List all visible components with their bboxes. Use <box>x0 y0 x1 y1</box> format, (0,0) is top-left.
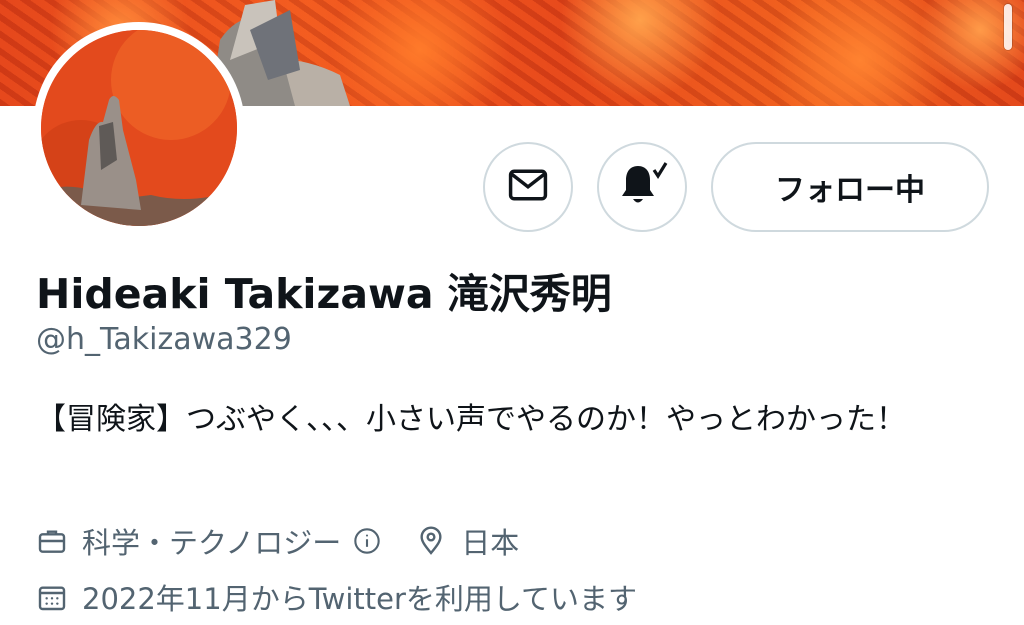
scrollbar-thumb[interactable] <box>1004 4 1012 50</box>
info-icon[interactable] <box>353 527 381 555</box>
message-button[interactable] <box>483 142 573 232</box>
profile-location: 日本 <box>461 526 520 560</box>
profile-category: 科学・テクノロジー <box>82 526 342 560</box>
bell-check-icon <box>616 160 668 214</box>
following-button-label: フォロー中 <box>775 173 925 208</box>
briefcase-icon <box>36 525 68 557</box>
avatar-image <box>41 30 237 226</box>
joined-date: 2022年11月からTwitterを利用しています <box>82 582 638 616</box>
envelope-icon <box>506 163 550 211</box>
notifications-button[interactable] <box>597 142 687 232</box>
profile-bio: 【冒険家】つぶやく、、、小さい声でやるのか！やっとわかった！ <box>36 402 906 437</box>
user-handle: @h_Takizawa329 <box>36 322 292 357</box>
calendar-icon <box>36 581 68 613</box>
avatar[interactable] <box>33 22 245 234</box>
profile-meta-row: 科学・テクノロジー 日本 <box>36 520 519 562</box>
display-name: Hideaki Takizawa 滝沢秀明 <box>36 270 612 318</box>
following-button[interactable]: フォロー中 <box>711 142 989 232</box>
joined-row: 2022年11月からTwitterを利用しています <box>36 576 637 618</box>
location-pin-icon <box>415 525 447 557</box>
